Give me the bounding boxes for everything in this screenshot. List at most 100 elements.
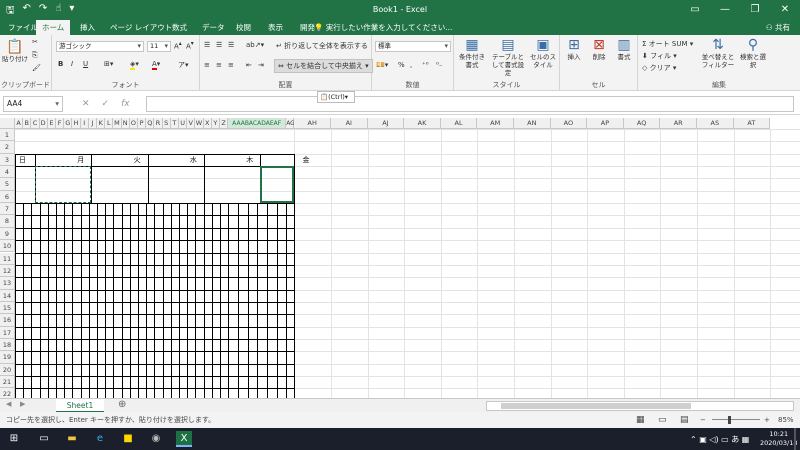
enter-icon[interactable]: ✓	[102, 96, 110, 112]
format-cells-button[interactable]: ▥ 書式	[612, 37, 636, 61]
currency-icon[interactable]: 💴▾	[376, 61, 388, 69]
function-icon[interactable]: fx	[121, 96, 130, 112]
format-as-table-button[interactable]: ▤ テーブルとして書式設定	[490, 37, 526, 77]
align-middle-icon[interactable]: ☰	[216, 41, 222, 49]
share-button[interactable]: ⚇ 共有	[766, 20, 790, 35]
column-header[interactable]: X	[203, 118, 212, 129]
increase-decimal-icon[interactable]: ⁺⁰	[422, 61, 429, 69]
row-header[interactable]: 15	[0, 301, 15, 315]
zoom-level[interactable]: 85%	[778, 412, 794, 428]
zoom-in-icon[interactable]: +	[764, 412, 770, 428]
decrease-font-icon[interactable]: A▾	[186, 41, 194, 50]
font-name-select[interactable]: 游ゴシック	[56, 41, 144, 52]
number-format-select[interactable]: 標準	[375, 41, 451, 52]
insert-cells-button[interactable]: ⊞ 挿入	[562, 37, 586, 61]
row-header[interactable]: 3	[0, 153, 15, 167]
row-header[interactable]: 1	[0, 129, 15, 142]
column-header[interactable]: AM	[477, 118, 514, 129]
column-header[interactable]: L	[105, 118, 114, 129]
find-select-button[interactable]: ⚲ 検索と選択	[738, 37, 768, 69]
file-explorer-icon[interactable]: ▬	[64, 431, 80, 447]
row-header[interactable]: 9	[0, 227, 15, 241]
column-header[interactable]: G	[64, 118, 73, 129]
start-icon[interactable]: ⊞	[6, 431, 22, 447]
column-header[interactable]: AQ	[623, 118, 661, 129]
align-bottom-icon[interactable]: ☰	[228, 41, 234, 49]
column-header[interactable]: J	[88, 118, 97, 129]
row-header[interactable]: 18	[0, 338, 15, 352]
row-header[interactable]: 13	[0, 277, 15, 290]
bold-button[interactable]: B	[58, 60, 63, 68]
minimize-icon[interactable]: —	[710, 0, 740, 20]
row-header[interactable]: 17	[0, 326, 15, 339]
column-header[interactable]: AN	[514, 118, 551, 129]
select-all-corner[interactable]	[0, 118, 15, 129]
clock[interactable]: 10:21 2020/03/18	[760, 430, 797, 448]
tab-formulas[interactable]: 数式	[166, 20, 193, 35]
sticky-notes-icon[interactable]: ■	[120, 431, 136, 447]
italic-button[interactable]: I	[71, 60, 73, 68]
column-header[interactable]: V	[187, 118, 196, 129]
column-header[interactable]: N	[121, 118, 130, 129]
row-header[interactable]: 12	[0, 264, 15, 278]
orientation-icon[interactable]: ab↗▾	[246, 41, 264, 49]
column-header[interactable]: AR	[660, 118, 697, 129]
column-header[interactable]: AG	[286, 118, 295, 129]
tab-review[interactable]: 校閲	[230, 20, 257, 35]
sort-filter-button[interactable]: ⇅ 並べ替えとフィルター	[700, 37, 736, 69]
horizontal-scrollbar[interactable]	[486, 401, 794, 411]
align-top-icon[interactable]: ☰	[204, 41, 210, 49]
wrap-text-button[interactable]: ↵ 折り返して全体を表示する	[276, 41, 368, 51]
clear-button[interactable]: ◇ クリア ▾	[642, 63, 676, 73]
row-header[interactable]: 2	[0, 141, 15, 154]
maximize-icon[interactable]: ❐	[740, 0, 770, 20]
row-header[interactable]: 5	[0, 178, 15, 191]
merge-center-button[interactable]: ⇔ セルを結合して中央揃え ▾	[274, 59, 373, 73]
column-header[interactable]: AT	[733, 118, 771, 129]
sheet-tab-sheet1[interactable]: Sheet1	[56, 399, 104, 413]
cancel-icon[interactable]: ✕	[82, 96, 90, 112]
row-header[interactable]: 20	[0, 363, 15, 376]
paste-options-button[interactable]: 📋(Ctrl)▾	[317, 91, 355, 103]
zoom-slider-thumb[interactable]	[728, 416, 731, 424]
column-header[interactable]: AL	[440, 118, 478, 129]
delete-cells-button[interactable]: ⊠ 削除	[587, 37, 611, 61]
cut-icon[interactable]: ✂	[32, 38, 38, 46]
indent-decrease-icon[interactable]: ⇤	[246, 61, 252, 69]
row-header[interactable]: 8	[0, 215, 15, 228]
worksheet-grid[interactable]: A B C D E F G H I J K L M N O P Q R S T U V W X Y Z AAABACADAEAF AG…	[0, 118, 800, 398]
column-header[interactable]: A	[15, 118, 24, 129]
column-header[interactable]: F	[56, 118, 65, 129]
column-header-selected[interactable]: AAABACADAEAF	[228, 118, 287, 129]
tab-view[interactable]: 表示	[262, 20, 289, 35]
column-header[interactable]: E	[47, 118, 56, 129]
tell-me-box[interactable]: 💡 実行したい作業を入力してください...	[314, 20, 452, 35]
column-header[interactable]: AJ	[367, 118, 405, 129]
row-header[interactable]: 10	[0, 240, 15, 253]
tab-data[interactable]: データ	[196, 20, 231, 35]
column-header[interactable]: C	[31, 118, 40, 129]
ribbon-display-icon[interactable]: ▭	[680, 0, 710, 20]
indent-increase-icon[interactable]: ⇥	[258, 61, 264, 69]
column-header[interactable]: R	[154, 118, 163, 129]
conditional-format-button[interactable]: ▦ 条件付き書式	[456, 37, 488, 69]
row-header[interactable]: 7	[0, 203, 15, 216]
row-header[interactable]: 6	[0, 190, 15, 204]
page-break-view-icon[interactable]: ▤	[680, 412, 689, 428]
next-sheet-icon[interactable]: ▶	[20, 400, 25, 408]
row-header[interactable]: 16	[0, 314, 15, 327]
name-box[interactable]: AA4	[3, 96, 63, 112]
align-right-icon[interactable]: ≡	[228, 61, 234, 69]
borders-icon[interactable]: ⊞▾	[104, 60, 113, 68]
percent-icon[interactable]: %	[398, 61, 405, 69]
system-tray[interactable]: ⌃ ▣ ◁) ▭ あ ▦	[690, 434, 749, 445]
font-size-select[interactable]: 11	[147, 41, 171, 52]
prev-sheet-icon[interactable]: ◀	[6, 400, 11, 408]
column-header[interactable]: U	[179, 118, 188, 129]
paste-button[interactable]: 📋 貼り付け	[2, 39, 28, 63]
column-header[interactable]: Q	[146, 118, 155, 129]
add-sheet-icon[interactable]: ⊕	[118, 399, 126, 410]
align-left-icon[interactable]: ≡	[204, 61, 210, 69]
column-header[interactable]: M	[113, 118, 122, 129]
row-header[interactable]: 4	[0, 166, 15, 179]
